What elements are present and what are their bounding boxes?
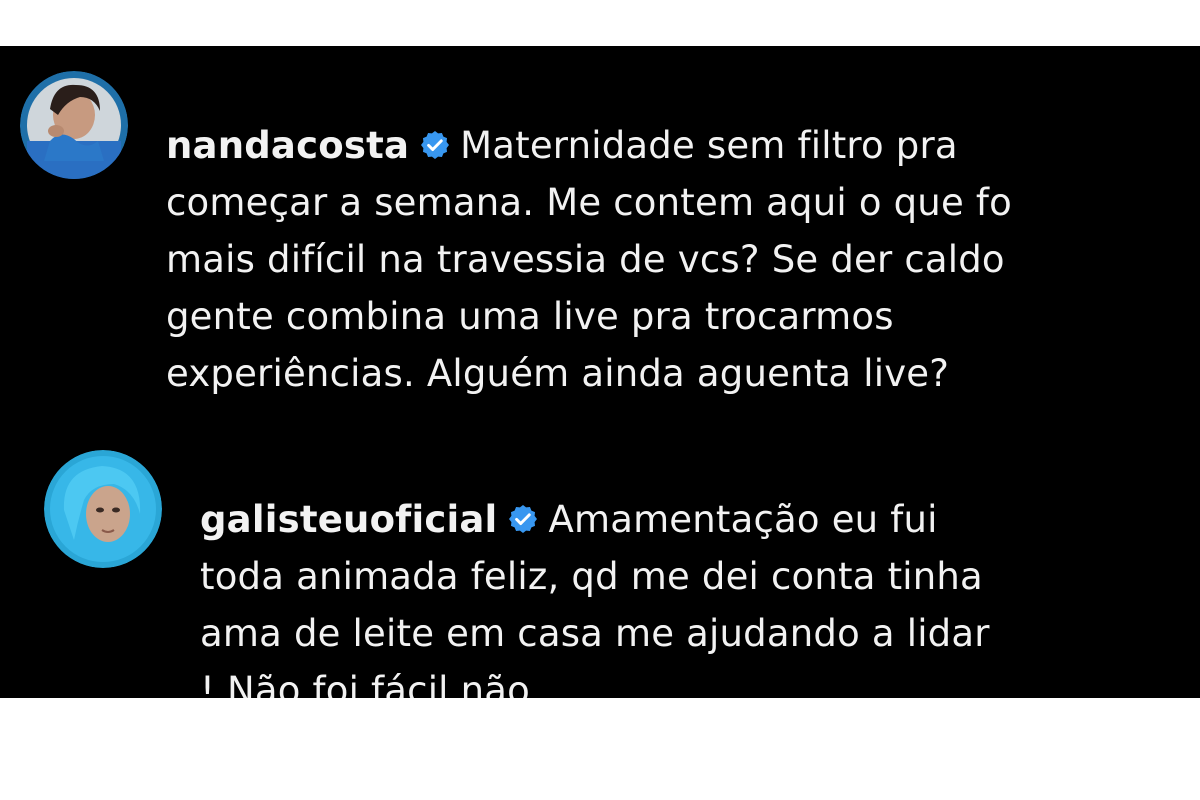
comment-nandacosta: nandacosta Maternidade sem filtro pra com… <box>0 46 1200 395</box>
comment-line-1: nandacosta Maternidade sem filtro pra <box>166 117 1012 174</box>
username[interactable]: nandacosta <box>166 124 409 167</box>
comment-text-line: gente combina uma live pra trocarmos <box>166 295 894 338</box>
comment-text-line: experiências. Alguém ainda aguenta live? <box>166 352 950 395</box>
avatar-galisteuoficial[interactable] <box>44 450 162 568</box>
comment-text-line: ! Não foi fácil não <box>200 669 530 698</box>
comment-galisteuoficial: galisteuoficial Amamentação eu fui toda a… <box>0 426 1200 698</box>
verified-badge-icon <box>419 129 451 161</box>
verified-badge-icon <box>507 503 539 535</box>
username[interactable]: galisteuoficial <box>200 498 497 541</box>
comment-text-line: toda animada feliz, qd me dei conta tinh… <box>200 555 983 598</box>
comment-text-line: ama de leite em casa me ajudando a lidar <box>200 612 990 655</box>
comments-panel: nandacosta Maternidade sem filtro pra com… <box>0 46 1200 698</box>
comment-line-1: galisteuoficial Amamentação eu fui <box>200 491 990 548</box>
comment-text-line: Amamentação eu fui <box>548 498 938 541</box>
comment-text-line: Maternidade sem filtro pra <box>460 124 958 167</box>
comment-text: nandacosta Maternidade sem filtro pra com… <box>166 117 1012 402</box>
comment-text: galisteuoficial Amamentação eu fui toda a… <box>200 491 990 698</box>
comment-text-line: mais difícil na travessia de vcs? Se der… <box>166 238 1005 281</box>
comment-text-line: começar a semana. Me contem aqui o que f… <box>166 181 1012 224</box>
avatar-nandacosta[interactable] <box>20 71 128 179</box>
